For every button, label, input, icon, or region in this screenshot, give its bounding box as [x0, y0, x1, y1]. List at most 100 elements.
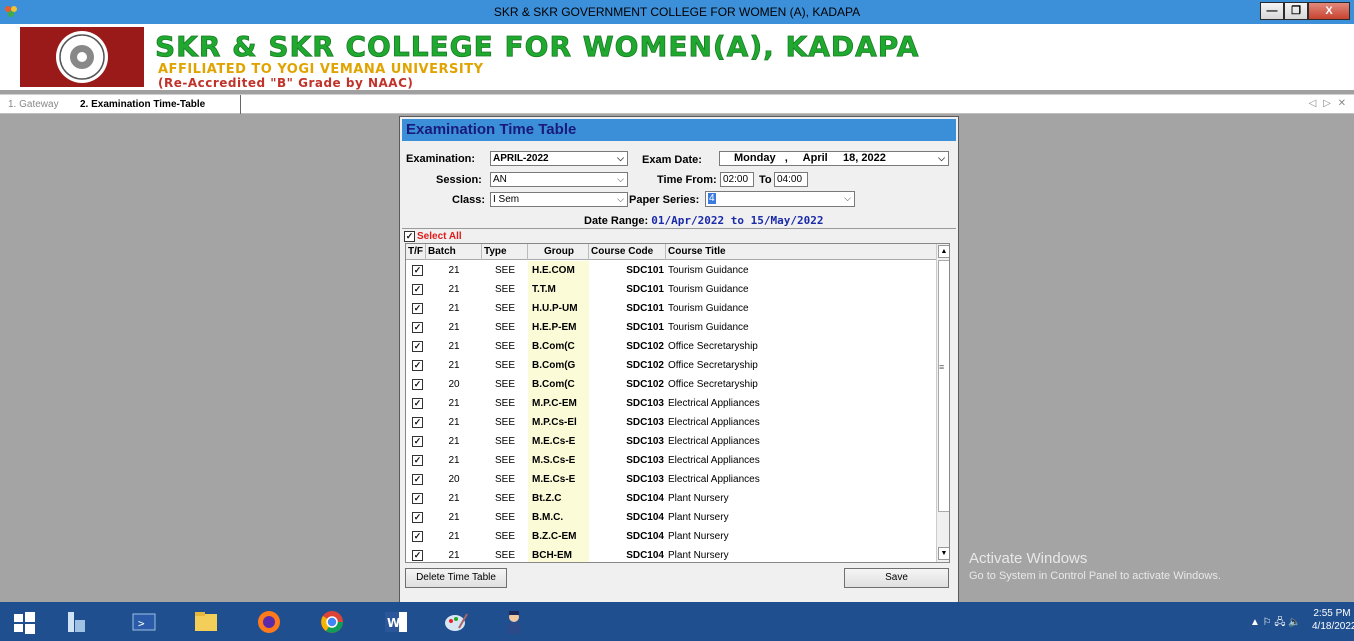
- paint-icon[interactable]: [442, 608, 470, 636]
- row-tf-cell: ✓: [406, 470, 426, 489]
- table-row[interactable]: ✓ 21 SEE H.E.P-EM SDC101 Tourism Guidance: [406, 318, 936, 337]
- time-from-label: Time From:: [657, 174, 717, 186]
- scroll-up-arrow-icon[interactable]: ▲: [938, 245, 949, 258]
- server-manager-icon[interactable]: [62, 608, 90, 636]
- row-tf-cell: ✓: [406, 546, 426, 562]
- time-to-label: To: [759, 174, 772, 186]
- paper-series-select[interactable]: 4 ⌵: [705, 191, 855, 207]
- exam-date-picker[interactable]: Monday , April 18, 2022 ⌵: [719, 151, 949, 166]
- tab-examination-time-table[interactable]: 2. Examination Time-Table: [80, 98, 205, 112]
- batch-cell: 21: [448, 341, 460, 352]
- batch-cell: 21: [448, 512, 460, 523]
- course-code-cell: SDC101: [626, 303, 664, 314]
- taskbar-clock[interactable]: 2:55 PM 4/18/2022: [1312, 607, 1354, 633]
- tab-gateway[interactable]: 1. Gateway: [8, 98, 59, 112]
- table-row[interactable]: ✓ 21 SEE M.S.Cs-E SDC103 Electrical Appliance…: [406, 451, 936, 470]
- row-checkbox[interactable]: ✓: [412, 360, 423, 371]
- row-checkbox[interactable]: ✓: [412, 322, 423, 333]
- select-all-checkbox[interactable]: ✓: [404, 231, 415, 242]
- course-code-cell: SDC102: [626, 360, 664, 371]
- row-checkbox[interactable]: ✓: [412, 550, 423, 561]
- firefox-icon[interactable]: [255, 608, 283, 636]
- column-header-type[interactable]: Type: [482, 244, 528, 260]
- maximize-button[interactable]: ❐: [1284, 2, 1308, 20]
- close-button[interactable]: X: [1308, 2, 1350, 20]
- row-checkbox[interactable]: ✓: [412, 417, 423, 428]
- system-tray[interactable]: ▲ ⚐ 🖧 🔈: [1250, 615, 1310, 629]
- column-header-course-title[interactable]: Course Title: [666, 244, 936, 260]
- class-select[interactable]: I Sem ⌵: [490, 192, 628, 207]
- table-row[interactable]: ✓ 21 SEE BCH-EM SDC104 Plant Nursery: [406, 546, 936, 562]
- banner-title: SKR & SKR COLLEGE FOR WOMEN(A), KADAPA: [155, 30, 920, 64]
- scrollbar-grip-icon: ≡: [939, 362, 945, 372]
- row-checkbox[interactable]: ✓: [412, 531, 423, 542]
- table-row[interactable]: ✓ 21 SEE B.M.C. SDC104 Plant Nursery: [406, 508, 936, 527]
- file-explorer-icon[interactable]: [192, 608, 220, 636]
- batch-cell: 21: [448, 436, 460, 447]
- row-tf-cell: ✓: [406, 432, 426, 451]
- chrome-icon[interactable]: [318, 608, 346, 636]
- date-range: Date Range: 01/Apr/2022 to 15/May/2022: [584, 214, 823, 227]
- course-title-cell: Plant Nursery: [668, 531, 729, 542]
- time-from-input[interactable]: 02:00: [720, 172, 754, 187]
- powershell-icon[interactable]: >: [130, 608, 158, 636]
- row-tf-cell: ✓: [406, 318, 426, 337]
- group-cell: H.U.P-UM: [528, 299, 589, 318]
- user-app-icon[interactable]: [500, 608, 528, 636]
- row-checkbox[interactable]: ✓: [412, 512, 423, 523]
- batch-cell: 21: [448, 493, 460, 504]
- course-title-cell: Electrical Appliances: [668, 417, 760, 428]
- grid-vertical-scrollbar[interactable]: ▲ ≡ ▼: [936, 244, 949, 562]
- table-row[interactable]: ✓ 21 SEE B.Com(G SDC102 Office Secretaryship: [406, 356, 936, 375]
- delete-timetable-button[interactable]: Delete Time Table: [405, 568, 507, 588]
- row-checkbox[interactable]: ✓: [412, 303, 423, 314]
- course-code-cell: SDC104: [626, 550, 664, 561]
- course-code-cell: SDC101: [626, 322, 664, 333]
- session-label: Session:: [436, 174, 482, 186]
- scrollbar-thumb[interactable]: [938, 260, 949, 512]
- table-row[interactable]: ✓ 21 SEE B.Z.C-EM SDC104 Plant Nursery: [406, 527, 936, 546]
- row-checkbox[interactable]: ✓: [412, 455, 423, 466]
- table-row[interactable]: ✓ 21 SEE T.T.M SDC101 Tourism Guidance: [406, 280, 936, 299]
- row-checkbox[interactable]: ✓: [412, 436, 423, 447]
- table-row[interactable]: ✓ 21 SEE M.P.C-EM SDC103 Electrical Appliance…: [406, 394, 936, 413]
- course-title-cell: Plant Nursery: [668, 512, 729, 523]
- table-row[interactable]: ✓ 21 SEE Bt.Z.C SDC104 Plant Nursery: [406, 489, 936, 508]
- type-cell: SEE: [494, 512, 515, 523]
- row-checkbox[interactable]: ✓: [412, 398, 423, 409]
- word-icon[interactable]: W: [382, 608, 410, 636]
- taskbar: > W ▲ ⚐ 🖧 🔈 2:55 PM 4/18/2022: [0, 602, 1354, 641]
- chevron-down-icon: ⌵: [844, 193, 851, 203]
- column-header-batch[interactable]: Batch: [426, 244, 482, 260]
- course-title-cell: Plant Nursery: [668, 550, 729, 561]
- row-checkbox[interactable]: ✓: [412, 379, 423, 390]
- table-row[interactable]: ✓ 21 SEE H.U.P-UM SDC101 Tourism Guidance: [406, 299, 936, 318]
- windows-start-icon[interactable]: [10, 608, 38, 636]
- row-checkbox[interactable]: ✓: [412, 284, 423, 295]
- table-row[interactable]: ✓ 21 SEE M.P.Cs-El SDC103 Electrical Applianc…: [406, 413, 936, 432]
- examination-select[interactable]: APRIL-2022 ⌵: [490, 151, 628, 166]
- session-select[interactable]: AN ⌵: [490, 172, 628, 187]
- table-row[interactable]: ✓ 21 SEE M.E.Cs-E SDC103 Electrical Appliance…: [406, 432, 936, 451]
- minimize-button[interactable]: —: [1260, 2, 1284, 20]
- college-seal-logo: [20, 27, 144, 87]
- window-titlebar[interactable]: SKR & SKR GOVERNMENT COLLEGE FOR WOMEN (…: [0, 0, 1354, 24]
- table-row[interactable]: ✓ 21 SEE B.Com(C SDC102 Office Secretaryship: [406, 337, 936, 356]
- save-button[interactable]: Save: [844, 568, 949, 588]
- column-header-group[interactable]: Group: [528, 244, 589, 260]
- table-row[interactable]: ✓ 20 SEE B.Com(C SDC102 Office Secretaryship: [406, 375, 936, 394]
- row-checkbox[interactable]: ✓: [412, 493, 423, 504]
- table-row[interactable]: ✓ 20 SEE M.E.Cs-E SDC103 Electrical Appliance…: [406, 470, 936, 489]
- row-checkbox[interactable]: ✓: [412, 474, 423, 485]
- row-checkbox[interactable]: ✓: [412, 265, 423, 276]
- activate-windows-hint: Go to System in Control Panel to activat…: [969, 570, 1221, 582]
- row-checkbox[interactable]: ✓: [412, 341, 423, 352]
- tab-navigation-controls[interactable]: ◁ ▷ ✕: [1309, 98, 1348, 109]
- row-tf-cell: ✓: [406, 299, 426, 318]
- time-to-input[interactable]: 04:00: [774, 172, 808, 187]
- scroll-down-arrow-icon[interactable]: ▼: [938, 547, 949, 560]
- column-header-tf[interactable]: T/F: [406, 244, 426, 260]
- table-row[interactable]: ✓ 21 SEE H.E.COM SDC101 Tourism Guidance: [406, 261, 936, 280]
- row-tf-cell: ✓: [406, 451, 426, 470]
- column-header-course-code[interactable]: Course Code: [589, 244, 666, 260]
